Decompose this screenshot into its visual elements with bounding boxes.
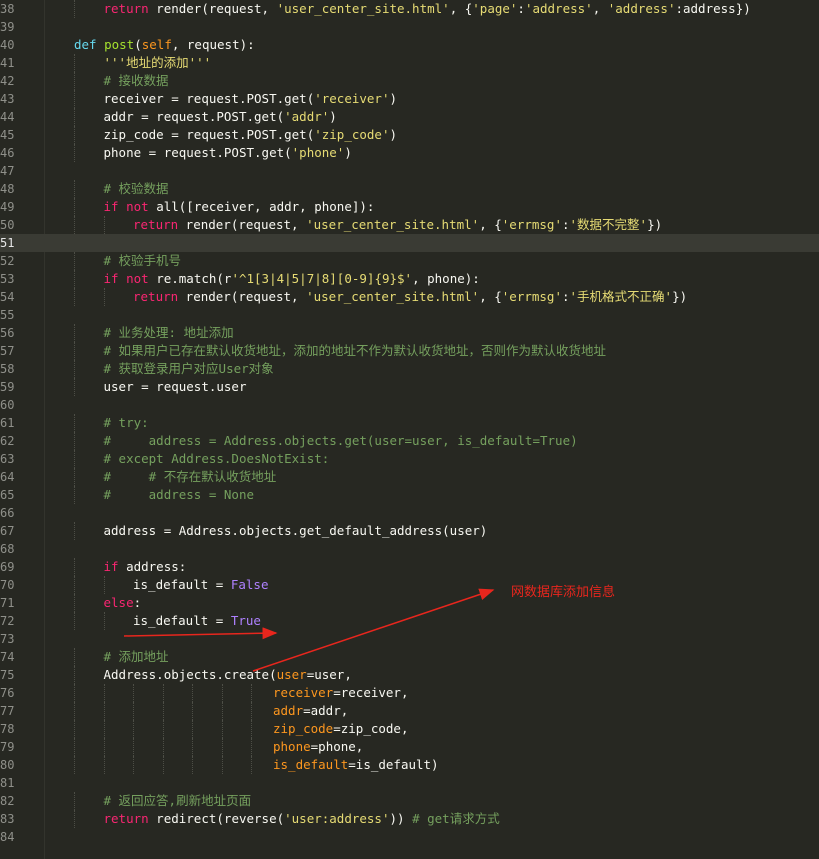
arrow-to-label <box>252 588 495 672</box>
annotation-arrows <box>123 588 495 672</box>
arrow-underline <box>123 627 278 640</box>
